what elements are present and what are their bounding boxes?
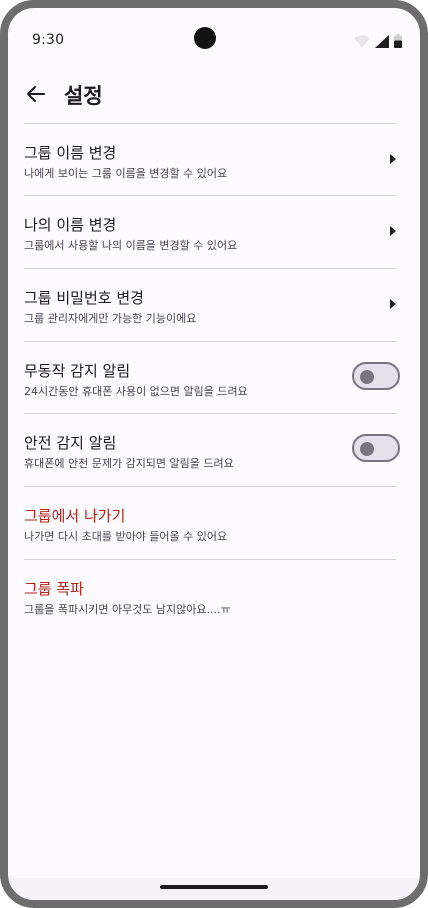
- setting-row-group-password[interactable]: 그룹 비밀번호 변경 그룹 관리자에게만 가능한 기능이에요: [24, 268, 396, 341]
- phone-frame: 9:30 설정 그룹 이름 변경 나에게 보이는 그룹 이름을 변경할 수 있어…: [0, 0, 428, 908]
- status-bar: 9:30: [8, 8, 420, 60]
- setting-subtitle: 나에게 보이는 그룹 이름을 변경할 수 있어요: [24, 167, 228, 180]
- app-bar: 설정: [8, 68, 420, 120]
- setting-title: 나의 이름 변경: [24, 216, 117, 234]
- camera-cutout: [194, 27, 216, 49]
- setting-row-group-name[interactable]: 그룹 이름 변경 나에게 보이는 그룹 이름을 변경할 수 있어요: [24, 123, 396, 195]
- signal-icon: [375, 35, 389, 48]
- chevron-right-icon: [390, 226, 396, 236]
- chevron-right-icon: [390, 299, 396, 309]
- toggle-knob: [360, 370, 374, 384]
- setting-row-safety-alert: 안전 감지 알림 휴대폰에 안전 문제가 감지되면 알림을 드려요: [24, 413, 400, 486]
- toggle-knob: [360, 442, 374, 456]
- setting-row-inactivity-alert: 무동작 감지 알림 24시간동안 휴대폰 사용이 없으면 알림을 드려요: [24, 341, 400, 413]
- setting-title: 무동작 감지 알림: [24, 362, 131, 380]
- setting-title: 그룹 폭파: [24, 580, 84, 598]
- status-time: 9:30: [32, 32, 65, 48]
- setting-title: 그룹 비밀번호 변경: [24, 289, 144, 307]
- status-icons: [354, 34, 402, 48]
- setting-title: 그룹에서 나가기: [24, 507, 126, 525]
- setting-subtitle: 휴대폰에 안전 문제가 감지되면 알림을 드려요: [24, 457, 234, 470]
- setting-row-delete-group[interactable]: 그룹 폭파 그룹을 폭파시키면 아무것도 남지않아요....ㅠ: [24, 559, 396, 632]
- navigation-bar: [8, 878, 420, 900]
- setting-subtitle: 그룹 관리자에게만 가능한 기능이에요: [24, 312, 197, 325]
- setting-title: 그룹 이름 변경: [24, 144, 117, 162]
- setting-subtitle: 나가면 다시 초대를 받아야 들어올 수 있어요: [24, 530, 228, 543]
- setting-row-my-name[interactable]: 나의 이름 변경 그룹에서 사용할 나의 이름을 변경할 수 있어요: [24, 195, 396, 268]
- setting-subtitle: 그룹에서 사용할 나의 이름을 변경할 수 있어요: [24, 239, 238, 252]
- inactivity-alert-toggle[interactable]: [352, 362, 400, 390]
- back-button[interactable]: [18, 76, 54, 112]
- home-indicator[interactable]: [160, 885, 268, 889]
- battery-icon: [394, 34, 402, 48]
- setting-title: 안전 감지 알림: [24, 434, 117, 452]
- safety-alert-toggle[interactable]: [352, 434, 400, 462]
- setting-subtitle: 그룹을 폭파시키면 아무것도 남지않아요....ㅠ: [24, 603, 231, 616]
- settings-list: 그룹 이름 변경 나에게 보이는 그룹 이름을 변경할 수 있어요 나의 이름 …: [24, 123, 400, 632]
- setting-subtitle: 24시간동안 휴대폰 사용이 없으면 알림을 드려요: [24, 385, 248, 398]
- setting-row-leave-group[interactable]: 그룹에서 나가기 나가면 다시 초대를 받아야 들어올 수 있어요: [24, 486, 396, 559]
- arrow-left-icon: [27, 86, 45, 102]
- chevron-right-icon: [390, 154, 396, 164]
- page-title: 설정: [64, 84, 103, 108]
- wifi-icon: [354, 35, 370, 48]
